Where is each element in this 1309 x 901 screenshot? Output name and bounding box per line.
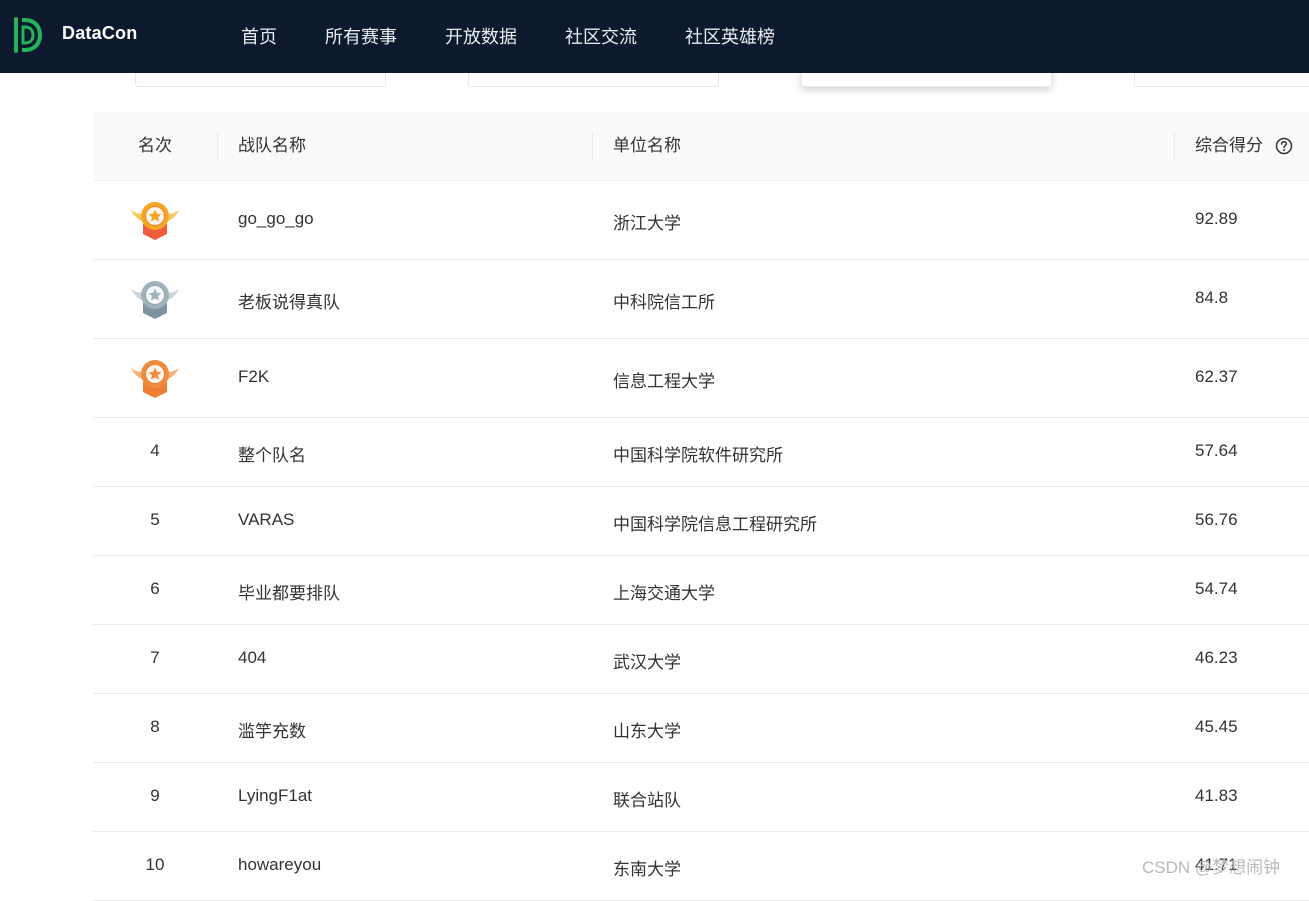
- org-name-cell: 浙江大学: [613, 214, 681, 233]
- top-navbar: DataCon 首页 所有赛事 开放数据 社区交流 社区英雄榜: [0, 0, 1309, 73]
- question-circle-icon[interactable]: [1275, 137, 1293, 155]
- score-cell: 45.45: [1195, 717, 1238, 736]
- team-name-cell[interactable]: VARAS: [238, 510, 294, 530]
- org-name-cell: 山东大学: [613, 722, 681, 741]
- nav-item-home[interactable]: 首页: [241, 23, 277, 49]
- org-name-cell: 信息工程大学: [613, 372, 715, 391]
- org-name-cell: 上海交通大学: [613, 584, 715, 603]
- table-row[interactable]: go_go_go 浙江大学 92.89: [93, 181, 1309, 260]
- header-team: 战队名称: [238, 136, 306, 155]
- nav-item-open-data[interactable]: 开放数据: [445, 23, 517, 49]
- team-name-cell[interactable]: 老板说得真队: [238, 288, 340, 313]
- team-name-cell[interactable]: 滥竽充数: [238, 717, 306, 742]
- header-org: 单位名称: [613, 136, 681, 155]
- table-body: go_go_go 浙江大学 92.89 老板说得真队 中科院信工所 84.8 F2K 信息工程…: [93, 181, 1309, 901]
- table-row[interactable]: 老板说得真队 中科院信工所 84.8: [93, 260, 1309, 339]
- rank-cell: 5: [150, 510, 160, 529]
- bronze-medal-icon: [129, 356, 181, 400]
- score-cell: 57.64: [1195, 441, 1238, 460]
- leaderboard-table: 名次 战队名称 单位名称 综合得分 go_go_go 浙江大学 92.89 老板说得真…: [93, 112, 1309, 901]
- header-score[interactable]: 综合得分: [1195, 112, 1263, 180]
- header-divider: [592, 132, 593, 160]
- nav-item-community[interactable]: 社区交流: [565, 23, 637, 49]
- table-row[interactable]: F2K 信息工程大学 62.37: [93, 339, 1309, 418]
- score-cell: 84.8: [1195, 288, 1229, 307]
- header-divider: [217, 132, 218, 160]
- header-rank: 名次: [138, 136, 172, 155]
- table-row[interactable]: 5 VARAS 中国科学院信息工程研究所 56.76: [93, 487, 1309, 556]
- nav-item-hero-board[interactable]: 社区英雄榜: [685, 23, 775, 49]
- team-name-cell[interactable]: LyingF1at: [238, 786, 312, 806]
- table-header: 名次 战队名称 单位名称 综合得分: [93, 112, 1309, 181]
- org-name-cell: 中科院信工所: [613, 293, 715, 312]
- datacon-logo-icon[interactable]: [13, 16, 43, 54]
- gold-medal-icon: [129, 198, 181, 242]
- team-name-cell[interactable]: 整个队名: [238, 441, 306, 466]
- org-name-cell: 中国科学院软件研究所: [613, 446, 783, 465]
- rank-cell: 4: [150, 441, 160, 460]
- score-cell: 92.89: [1195, 209, 1238, 228]
- rank-cell: 8: [150, 717, 160, 736]
- table-row[interactable]: 9 LyingF1at 联合站队 41.83: [93, 763, 1309, 832]
- team-name-cell[interactable]: go_go_go: [238, 209, 314, 229]
- score-cell: 62.37: [1195, 367, 1238, 386]
- org-name-cell: 东南大学: [613, 860, 681, 879]
- score-cell: 54.74: [1195, 579, 1238, 598]
- rank-cell: 7: [150, 648, 160, 667]
- watermark-text: CSDN @梦想闹钟: [1142, 858, 1281, 877]
- brand-name[interactable]: DataCon: [62, 23, 137, 44]
- table-row[interactable]: 7 404 武汉大学 46.23: [93, 625, 1309, 694]
- table-row[interactable]: 4 整个队名 中国科学院软件研究所 57.64: [93, 418, 1309, 487]
- team-name-cell[interactable]: 毕业都要排队: [238, 579, 340, 604]
- team-name-cell[interactable]: howareyou: [238, 855, 321, 875]
- score-cell: 46.23: [1195, 648, 1238, 667]
- silver-medal-icon: [129, 277, 181, 321]
- table-row[interactable]: 10 howareyou 东南大学 41.71: [93, 832, 1309, 901]
- table-row[interactable]: 6 毕业都要排队 上海交通大学 54.74: [93, 556, 1309, 625]
- header-divider: [1174, 132, 1175, 160]
- team-name-cell[interactable]: F2K: [238, 367, 269, 387]
- org-name-cell: 中国科学院信息工程研究所: [613, 515, 817, 534]
- nav-item-all-events[interactable]: 所有赛事: [325, 23, 397, 49]
- table-row[interactable]: 8 滥竽充数 山东大学 45.45: [93, 694, 1309, 763]
- team-name-cell[interactable]: 404: [238, 648, 266, 668]
- rank-cell: 9: [150, 786, 160, 805]
- rank-cell: 6: [150, 579, 160, 598]
- rank-cell: 10: [145, 855, 165, 874]
- score-cell: 56.76: [1195, 510, 1238, 529]
- score-cell: 41.83: [1195, 786, 1238, 805]
- org-name-cell: 联合站队: [613, 791, 681, 810]
- org-name-cell: 武汉大学: [613, 653, 681, 672]
